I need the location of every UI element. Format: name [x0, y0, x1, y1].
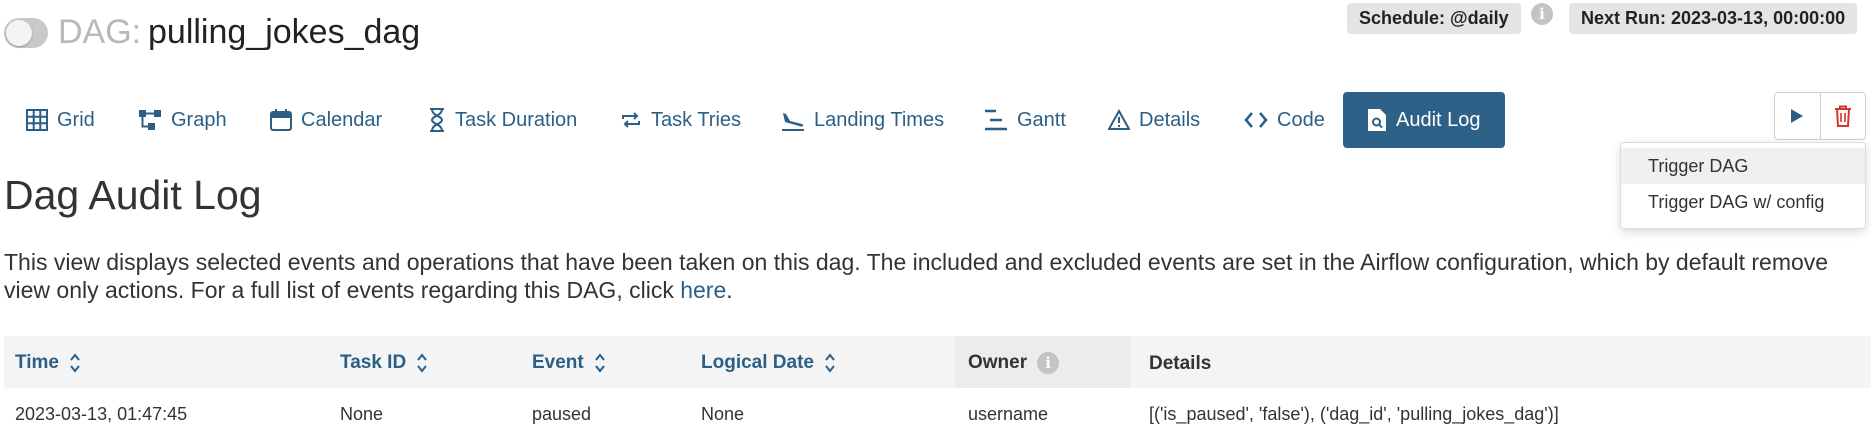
description-end: . — [726, 277, 733, 303]
tab-code[interactable]: Code — [1244, 92, 1325, 148]
column-label: Details — [1149, 353, 1212, 374]
description-text: This view displays selected events and o… — [4, 249, 1829, 303]
plane-landing-icon — [782, 113, 804, 131]
trigger-dag-button[interactable] — [1775, 93, 1820, 139]
trigger-dropdown-menu: Trigger DAG Trigger DAG w/ config — [1620, 142, 1866, 229]
tab-task-duration[interactable]: Task Duration — [428, 92, 577, 148]
column-label: Logical Date — [701, 352, 814, 373]
graph-icon — [139, 110, 161, 130]
tab-details[interactable]: Details — [1108, 92, 1200, 148]
column-label: Owner — [968, 352, 1028, 373]
dag-prefix: DAG: — [58, 13, 142, 51]
grid-icon — [26, 109, 48, 131]
tab-label: Task Duration — [455, 108, 578, 131]
tab-label: Graph — [171, 108, 227, 131]
schedule-badge: Schedule: @daily — [1347, 3, 1521, 34]
toggle-knob — [6, 20, 32, 46]
menu-item-trigger-dag-config[interactable]: Trigger DAG w/ config — [1621, 184, 1865, 220]
tab-label: Landing Times — [814, 108, 945, 131]
tab-grid[interactable]: Grid — [26, 92, 95, 148]
dag-pause-toggle[interactable] — [4, 18, 48, 48]
code-icon — [1244, 112, 1268, 128]
info-icon[interactable]: i — [1531, 3, 1553, 25]
menu-item-trigger-dag[interactable]: Trigger DAG — [1621, 148, 1865, 184]
tab-calendar[interactable]: Calendar — [270, 92, 382, 148]
hourglass-icon — [430, 108, 444, 132]
sort-icon — [594, 353, 605, 373]
tab-label: Calendar — [301, 108, 383, 131]
column-label: Task ID — [340, 352, 407, 373]
column-header-task-id[interactable]: Task ID — [340, 352, 428, 374]
column-header-logical-date[interactable]: Logical Date — [701, 352, 836, 374]
cell-task-id: None — [340, 404, 384, 424]
file-search-icon — [1368, 109, 1386, 131]
delete-dag-button[interactable] — [1819, 93, 1866, 139]
tab-label: Audit Log — [1396, 108, 1481, 131]
tab-label: Details — [1139, 108, 1201, 131]
table-header — [4, 336, 1871, 388]
cell-details: [('is_paused', 'false'), ('dag_id', 'pul… — [1149, 404, 1559, 424]
gantt-icon — [985, 109, 1007, 131]
sort-icon — [417, 353, 427, 373]
play-icon — [1791, 109, 1804, 123]
info-icon[interactable]: i — [1037, 352, 1060, 374]
tab-label: Code — [1277, 108, 1325, 131]
calendar-icon — [270, 109, 292, 131]
tab-landing-times[interactable]: Landing Times — [781, 92, 944, 148]
column-header-time[interactable]: Time — [15, 352, 81, 374]
next-run-badge: Next Run: 2023-03-13, 00:00:00 — [1569, 3, 1858, 34]
column-header-details: Details — [1149, 353, 1211, 375]
warning-triangle-icon — [1108, 109, 1130, 130]
sort-icon — [70, 353, 80, 373]
dag-title: pulling_jokes_dag — [148, 13, 421, 51]
tab-gantt[interactable]: Gantt — [984, 92, 1066, 148]
column-header-event[interactable]: Event — [532, 352, 606, 374]
sort-icon — [825, 353, 835, 373]
tab-audit-log[interactable]: Audit Log — [1343, 92, 1505, 148]
cell-owner: username — [968, 404, 1049, 424]
page-description: This view displays selected events and o… — [4, 248, 1834, 304]
tab-label: Gantt — [1017, 108, 1066, 131]
tab-label: Grid — [57, 108, 95, 131]
retry-icon — [622, 112, 640, 128]
trash-icon — [1834, 105, 1851, 127]
column-label: Time — [15, 352, 60, 373]
cell-event: paused — [532, 404, 592, 424]
column-header-owner: Owner i — [968, 352, 1060, 374]
cell-logical-date: None — [701, 404, 745, 424]
dag-action-buttons — [1774, 92, 1866, 140]
tab-task-tries[interactable]: Task Tries — [620, 92, 741, 148]
tab-graph[interactable]: Graph — [138, 92, 227, 148]
page-title: Dag Audit Log — [4, 172, 262, 218]
full-events-link[interactable]: here — [680, 277, 726, 303]
column-label: Event — [532, 352, 584, 373]
tab-label: Task Tries — [651, 108, 742, 131]
cell-time: 2023-03-13, 01:47:45 — [15, 404, 188, 424]
